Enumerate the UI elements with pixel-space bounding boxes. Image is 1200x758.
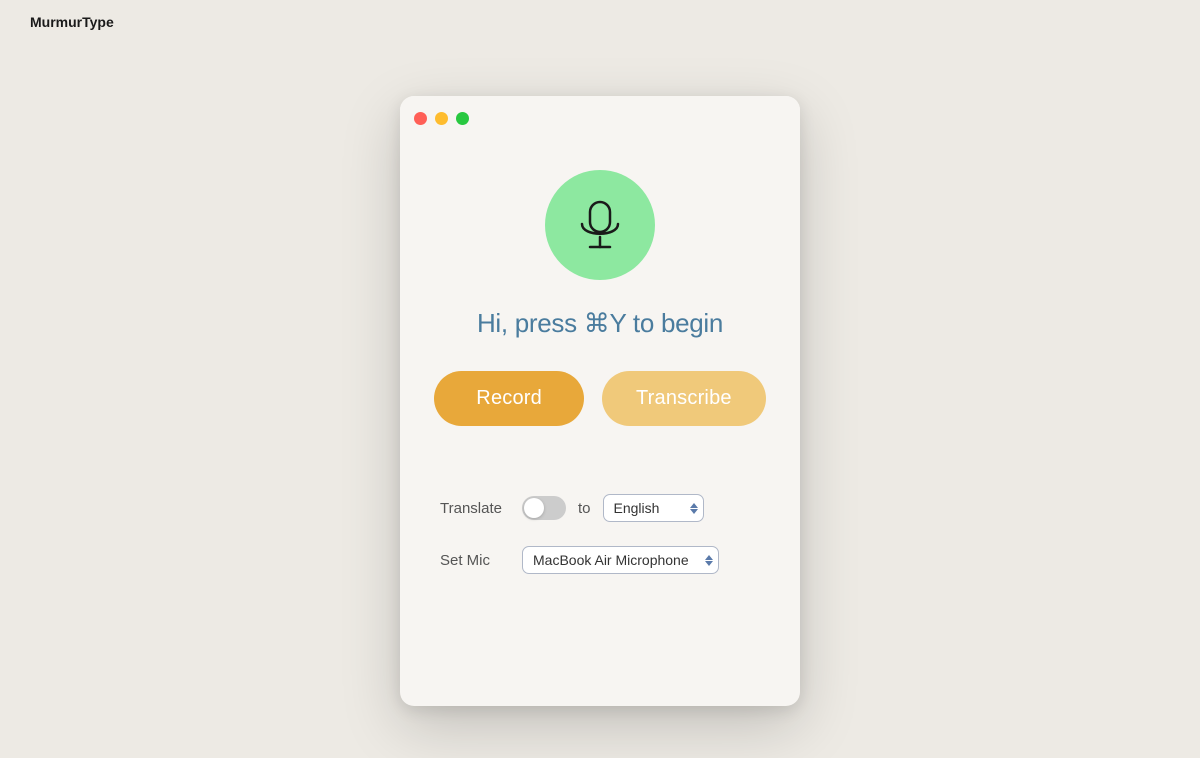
- to-label: to: [578, 500, 591, 517]
- minimize-button[interactable]: [435, 112, 448, 125]
- set-mic-row: Set Mic MacBook Air Microphone Built-in …: [440, 546, 760, 574]
- main-area: Hi, press ⌘Y to begin Record Transcribe …: [0, 44, 1200, 758]
- app-name: MurmurType: [30, 14, 114, 30]
- title-bar: [400, 96, 800, 140]
- translate-row: Translate to English Spanish French Germ…: [440, 494, 760, 522]
- greeting-text: Hi, press ⌘Y to begin: [477, 308, 723, 339]
- microphone-icon: [572, 197, 628, 253]
- language-select[interactable]: English Spanish French German Japanese C…: [603, 494, 704, 522]
- mic-select-wrapper: MacBook Air Microphone Built-in Micropho…: [522, 546, 719, 574]
- settings-area: Translate to English Spanish French Germ…: [440, 486, 760, 574]
- app-window: Hi, press ⌘Y to begin Record Transcribe …: [400, 96, 800, 706]
- buttons-row: Record Transcribe: [434, 371, 765, 426]
- maximize-button[interactable]: [456, 112, 469, 125]
- language-select-wrapper: English Spanish French German Japanese C…: [603, 494, 704, 522]
- mic-select[interactable]: MacBook Air Microphone Built-in Micropho…: [522, 546, 719, 574]
- window-content: Hi, press ⌘Y to begin Record Transcribe …: [400, 140, 800, 706]
- translate-toggle[interactable]: [522, 496, 566, 520]
- translate-label: Translate: [440, 500, 510, 517]
- mic-icon-container: [545, 170, 655, 280]
- record-button[interactable]: Record: [434, 371, 584, 426]
- transcribe-button[interactable]: Transcribe: [602, 371, 766, 426]
- menu-bar: MurmurType: [0, 0, 1200, 44]
- close-button[interactable]: [414, 112, 427, 125]
- set-mic-label: Set Mic: [440, 552, 510, 569]
